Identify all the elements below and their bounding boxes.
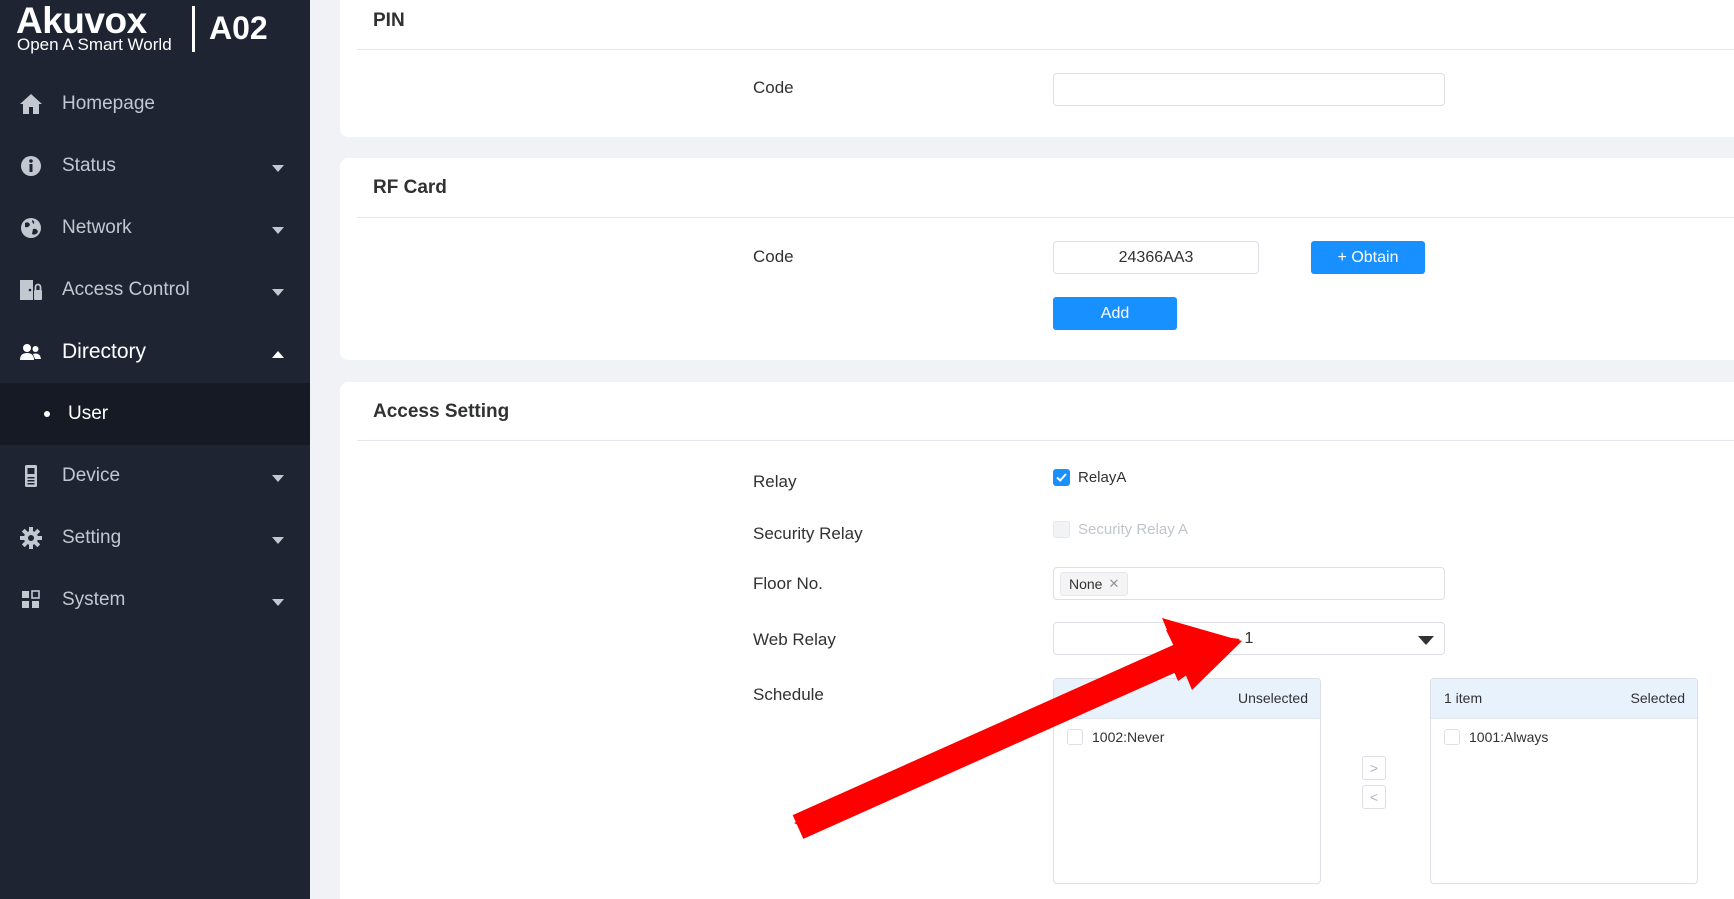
list-item[interactable]: 1001:Always <box>1444 729 1548 745</box>
schedule-checkbox[interactable] <box>1067 729 1083 745</box>
sidebar-item-access-control[interactable]: Access Control <box>0 259 310 321</box>
security-relay-a-label: Security Relay A <box>1078 521 1189 538</box>
schedule-checkbox[interactable] <box>1444 729 1460 745</box>
sidebar-item-label: Homepage <box>62 93 155 114</box>
brand-tagline: Open A Smart World <box>17 35 172 54</box>
schedule-item-label: 1001:Always <box>1469 729 1549 745</box>
close-icon[interactable]: ✕ <box>1108 576 1119 592</box>
chevron-down-icon <box>272 227 284 234</box>
list-item[interactable]: 1002:Never <box>1067 729 1164 745</box>
divider <box>357 440 1734 441</box>
info-icon <box>18 153 44 179</box>
sidebar-item-status[interactable]: Status <box>0 135 310 197</box>
schedule-label: Schedule <box>753 685 824 704</box>
check-icon <box>1056 473 1067 482</box>
pin-card: PIN Code <box>340 0 1734 137</box>
rf-code-input[interactable]: 24366AA3 <box>1053 241 1259 274</box>
selected-title: Selected <box>1630 690 1685 706</box>
selected-count: 1 item <box>1444 690 1483 706</box>
sidebar-subitem-label: User <box>68 403 109 424</box>
intercom-device-icon <box>18 463 44 489</box>
globe-icon <box>18 215 44 241</box>
sidebar-menu: Homepage Status Network Access Control D… <box>0 73 310 631</box>
sidebar-item-label: Access Control <box>62 279 190 300</box>
sidebar-item-setting[interactable]: Setting <box>0 507 310 569</box>
access-setting-card: Access Setting Relay RelayA Security Rel… <box>340 382 1734 899</box>
rf-section-title: RF Card <box>373 177 447 198</box>
brand-logo: Akuvox Open A Smart World A02 <box>16 2 296 54</box>
main-content: PIN Code RF Card Code 24366AA3 + Obtain … <box>310 0 1734 899</box>
sidebar-subitem-user[interactable]: User <box>0 383 310 445</box>
relay-a-checkbox[interactable] <box>1053 469 1070 486</box>
add-card-button[interactable]: Add <box>1053 297 1177 330</box>
schedule-unselected-panel: 1 item Unselected 1002:Never <box>1053 678 1321 884</box>
chevron-down-icon <box>272 537 284 544</box>
divider <box>357 217 1734 218</box>
floor-tag-label: None <box>1069 576 1103 592</box>
sidebar-item-label: Setting <box>62 527 122 548</box>
pin-code-label: Code <box>753 78 794 97</box>
floor-tag[interactable]: None ✕ <box>1060 572 1129 596</box>
sidebar-item-directory[interactable]: Directory <box>0 321 310 383</box>
rf-code-label: Code <box>753 247 794 266</box>
obtain-button[interactable]: + Obtain <box>1311 241 1425 274</box>
move-left-button[interactable]: < <box>1362 785 1386 809</box>
sidebar-item-label: Network <box>62 217 132 238</box>
sidebar-item-device[interactable]: Device <box>0 445 310 507</box>
divider <box>357 49 1734 50</box>
security-relay-label: Security Relay <box>753 524 863 543</box>
unselected-title: Unselected <box>1237 690 1308 706</box>
relay-label: Relay <box>753 472 797 491</box>
pin-section-title: PIN <box>373 10 405 31</box>
grid-icon <box>18 587 44 613</box>
pin-code-input[interactable] <box>1053 73 1445 106</box>
chevron-down-icon <box>272 475 284 482</box>
chevron-down-icon <box>1418 636 1434 645</box>
gear-icon <box>18 525 44 551</box>
transfer-header: 1 item Selected <box>1431 679 1697 719</box>
sidebar: Akuvox Open A Smart World A02 Homepage S… <box>0 0 310 899</box>
chevron-up-icon <box>272 351 284 358</box>
web-relay-label: Web Relay <box>753 630 836 649</box>
move-right-button[interactable]: > <box>1362 756 1386 780</box>
access-section-title: Access Setting <box>373 401 510 422</box>
sidebar-item-label: System <box>62 589 126 610</box>
logo-separator <box>192 6 195 52</box>
sidebar-item-network[interactable]: Network <box>0 197 310 259</box>
schedule-item-label: 1002:Never <box>1092 729 1165 745</box>
web-relay-value: 1 <box>1244 629 1254 647</box>
door-icon <box>18 277 44 303</box>
schedule-selected-panel: 1 item Selected 1001:Always <box>1430 678 1698 884</box>
chevron-down-icon <box>272 289 284 296</box>
rf-card: RF Card Code 24366AA3 + Obtain Add <box>340 158 1734 360</box>
unselected-count: 1 item <box>1067 690 1106 706</box>
relay-a-label: RelayA <box>1078 469 1127 486</box>
floor-no-label: Floor No. <box>753 574 823 593</box>
sidebar-item-homepage[interactable]: Homepage <box>0 73 310 135</box>
security-relay-a-checkbox[interactable] <box>1053 521 1070 538</box>
users-icon <box>18 339 44 365</box>
bullet-icon <box>44 411 50 417</box>
web-relay-select[interactable]: 1 <box>1053 622 1445 655</box>
chevron-down-icon <box>272 165 284 172</box>
transfer-header: 1 item Unselected <box>1054 679 1320 719</box>
home-icon <box>18 91 44 117</box>
sidebar-item-label: Directory <box>62 340 147 363</box>
chevron-down-icon <box>272 599 284 606</box>
sidebar-item-label: Device <box>62 465 121 486</box>
sidebar-item-label: Status <box>62 155 116 176</box>
device-model: A02 <box>209 10 268 46</box>
sidebar-item-system[interactable]: System <box>0 569 310 631</box>
